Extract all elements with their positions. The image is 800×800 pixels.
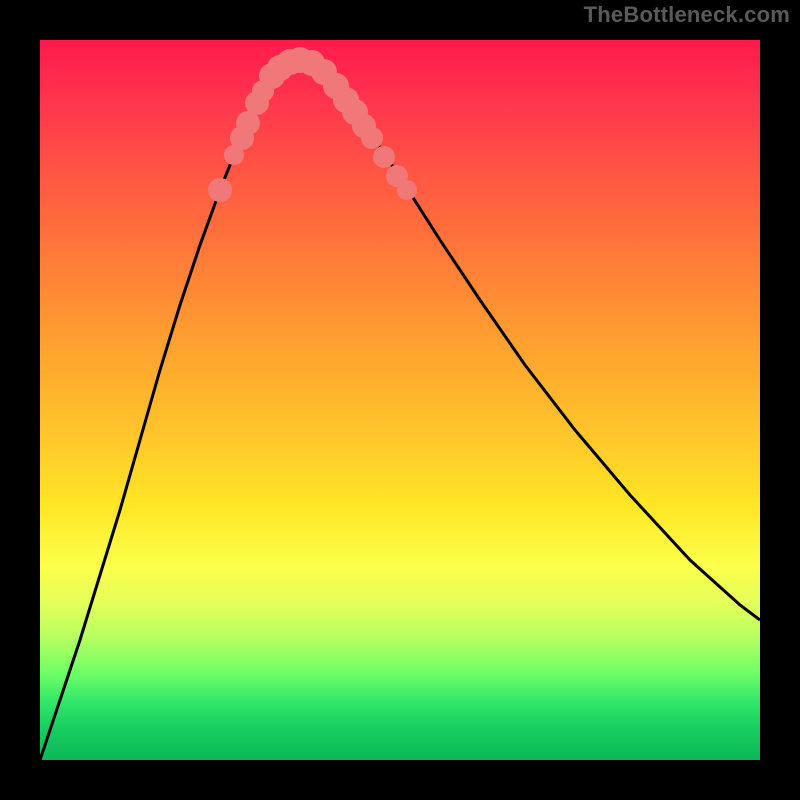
chart-frame: TheBottleneck.com — [0, 0, 800, 800]
marker-dot — [208, 178, 232, 202]
plot-area — [40, 40, 760, 760]
bottleneck-chart — [40, 40, 760, 760]
marker-points — [208, 47, 417, 202]
marker-dot — [397, 180, 417, 200]
marker-dot — [361, 127, 383, 149]
bottleneck-curve — [40, 60, 760, 760]
watermark-text: TheBottleneck.com — [584, 2, 790, 28]
marker-dot — [373, 146, 395, 168]
